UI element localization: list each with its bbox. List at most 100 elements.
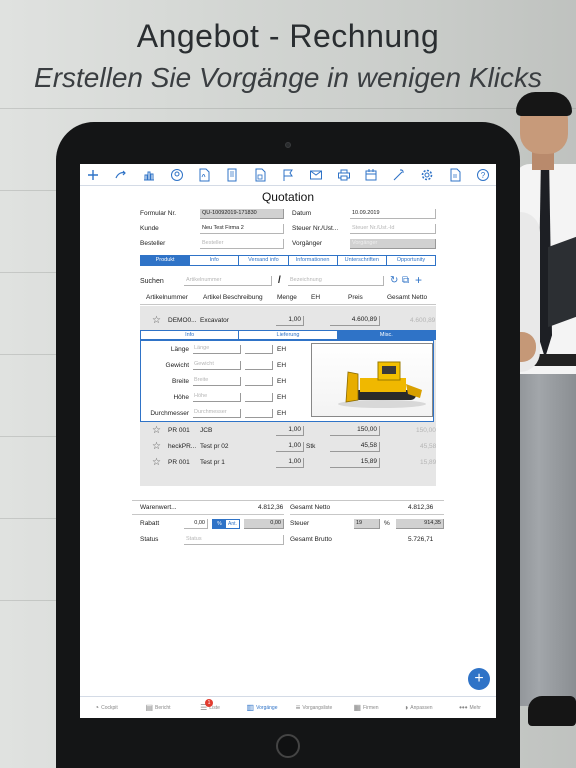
gesamt-netto-label: Gesamt Netto — [290, 504, 331, 511]
print-icon[interactable] — [337, 168, 351, 182]
percent-option[interactable]: % — [213, 520, 226, 528]
col-beschreibung: Artikel Beschreibung — [203, 294, 263, 301]
star-icon[interactable]: ☆ — [152, 425, 161, 436]
gauge-icon: ◔ — [94, 703, 100, 712]
steuer-nr-field[interactable]: Steuer Nr./Ust.-Id — [350, 224, 436, 234]
gear-icon[interactable] — [420, 168, 434, 182]
svg-text:?: ? — [481, 171, 486, 180]
status-field[interactable]: Status — [184, 535, 284, 545]
search-label: Suchen — [140, 278, 164, 285]
status-label: Status — [140, 536, 159, 543]
steuer-pct-label: % — [384, 520, 390, 527]
file-icon[interactable] — [448, 168, 462, 182]
mail-icon[interactable] — [309, 168, 323, 182]
durchmesser-unit-field[interactable] — [245, 409, 273, 418]
tab-versand-info[interactable]: Versand info — [239, 256, 289, 265]
tab-info[interactable]: Info — [190, 256, 240, 265]
hoehe-field[interactable]: Höhe — [193, 393, 241, 402]
laenge-label: Länge — [170, 346, 189, 353]
formular-label: Formular Nr. — [140, 210, 177, 217]
product-image[interactable] — [311, 343, 433, 417]
person-icon[interactable] — [170, 168, 184, 182]
steuer-nr-label: Steuer Nr./Ust... — [292, 225, 339, 232]
refresh-icon[interactable]: ↻ — [390, 276, 398, 286]
gewicht-label: Gewicht — [165, 362, 189, 369]
nav-firmen[interactable]: ▦ Firmen — [340, 697, 392, 718]
table-row[interactable]: ☆ PR 001 JCB 1,00 150,00 150,00 — [140, 424, 436, 438]
steuer-rate-field[interactable]: 19 — [354, 519, 380, 529]
divider — [290, 514, 444, 515]
gewicht-field[interactable]: Gewicht — [193, 361, 241, 370]
breite-field[interactable]: Breite — [193, 377, 241, 386]
breite-label: Breite — [172, 378, 189, 385]
laenge-unit-field[interactable] — [245, 345, 273, 354]
nav-bericht[interactable]: ▤ Bericht — [132, 697, 184, 718]
plus-icon[interactable] — [86, 168, 100, 182]
warenwert-label: Warenwert... — [140, 504, 177, 511]
tab-produkt[interactable]: Produkt — [141, 256, 191, 265]
nav-liste[interactable]: ☰ Liste 1 — [184, 697, 236, 718]
tab-unterschriften[interactable]: Unterschriften — [338, 256, 387, 265]
add-item-icon[interactable]: + — [415, 274, 422, 286]
vorgaenger-label: Vorgänger — [292, 240, 322, 247]
nav-mehr[interactable]: ••• Mehr — [444, 697, 496, 718]
warenwert-value: 4.812,36 — [258, 504, 284, 511]
kunde-field[interactable]: Neu Test Firma 2 — [200, 224, 284, 234]
crop-icon[interactable]: ⧉ — [402, 276, 409, 286]
bezeichnung-search-input[interactable]: Bezeichnung — [288, 276, 384, 286]
datum-field[interactable]: 10.09.2019 — [350, 209, 436, 219]
breite-unit-field[interactable] — [245, 377, 273, 386]
hoehe-unit-field[interactable] — [245, 393, 273, 402]
section-tabs: Produkt Info Versand info Informationen … — [140, 255, 436, 266]
nav-anpassen[interactable]: ◑ Anpassen — [392, 697, 444, 718]
subtab-info[interactable]: Info — [141, 331, 240, 339]
table-row[interactable]: ☆ heckPR... Test pr 02 1,00 Stk 45,58 45… — [140, 440, 436, 454]
calendar-icon[interactable] — [364, 168, 378, 182]
star-icon[interactable]: ☆ — [152, 441, 161, 452]
gesamt-brutto-value: 5.726,71 — [408, 536, 434, 543]
chart-icon[interactable] — [142, 168, 156, 182]
subtab-misc[interactable]: Misc. — [337, 331, 435, 339]
nav-vorgangsliste[interactable]: ≡ Vorgangsliste — [288, 697, 340, 718]
nav-cockpit[interactable]: ◔ Cockpit — [80, 697, 132, 718]
help-icon[interactable]: ? — [476, 168, 490, 182]
ipad-frame: ⚒ ? Quotation Formular Nr. QU-10092019-1… — [56, 122, 520, 768]
rabatt-field[interactable]: 0,00 — [184, 519, 208, 529]
flag-icon[interactable] — [281, 168, 295, 182]
tab-opportunity[interactable]: Opportunity — [387, 256, 435, 265]
besteller-field[interactable]: Besteller — [200, 239, 284, 249]
toolbar: ? — [80, 164, 496, 186]
rabatt-amount: 0,00 — [244, 519, 284, 529]
artikelnummer-search-input[interactable]: Artikelnummer — [184, 276, 272, 286]
hero-subtitle: Erstellen Sie Vorgänge in wenigen Klicks — [34, 62, 542, 93]
table-row[interactable]: ☆ PR 001 Test pr 1 1,00 15,89 15,89 — [140, 456, 436, 470]
divider — [132, 514, 284, 515]
table-row[interactable]: ☆ DEMO0... Excavator 1,00 4.600,89 4.600… — [140, 314, 436, 328]
totals-panel: Warenwert... 4.812,36 Gesamt Netto 4.812… — [132, 500, 444, 560]
nav-vorgaenge[interactable]: ▥ Vorgänge — [236, 697, 288, 718]
tab-informationen[interactable]: Informationen — [289, 256, 338, 265]
search-separator: / — [278, 275, 281, 286]
amount-option[interactable]: Ant. — [226, 520, 239, 528]
more-icon: ••• — [459, 703, 468, 712]
convert-icon[interactable] — [114, 168, 128, 182]
laenge-field[interactable]: Länge — [193, 345, 241, 354]
vorgaenger-field[interactable]: Vorgänger — [350, 239, 436, 249]
star-icon[interactable]: ☆ — [152, 457, 161, 468]
durchmesser-field[interactable]: Durchmesser — [193, 409, 241, 418]
add-fab-button[interactable]: + — [468, 668, 490, 690]
pdf-icon[interactable] — [197, 168, 211, 182]
subtab-lieferung[interactable]: Lieferung — [239, 331, 338, 339]
gesamt-netto-value: 4.812,36 — [408, 504, 434, 511]
document-icon[interactable] — [225, 168, 239, 182]
bulldozer-image — [338, 361, 426, 408]
durchmesser-label: Durchmesser — [150, 410, 189, 417]
save-icon[interactable] — [253, 168, 267, 182]
gewicht-unit-field[interactable] — [245, 361, 273, 370]
star-icon[interactable]: ☆ — [152, 315, 161, 326]
magic-wand-icon[interactable] — [392, 168, 406, 182]
steuer-label: Steuer — [290, 520, 310, 527]
formular-field[interactable]: QU-10092019-171830 — [200, 209, 284, 219]
hero-title: Angebot - Rechnung — [136, 18, 440, 54]
home-button[interactable] — [276, 734, 300, 758]
